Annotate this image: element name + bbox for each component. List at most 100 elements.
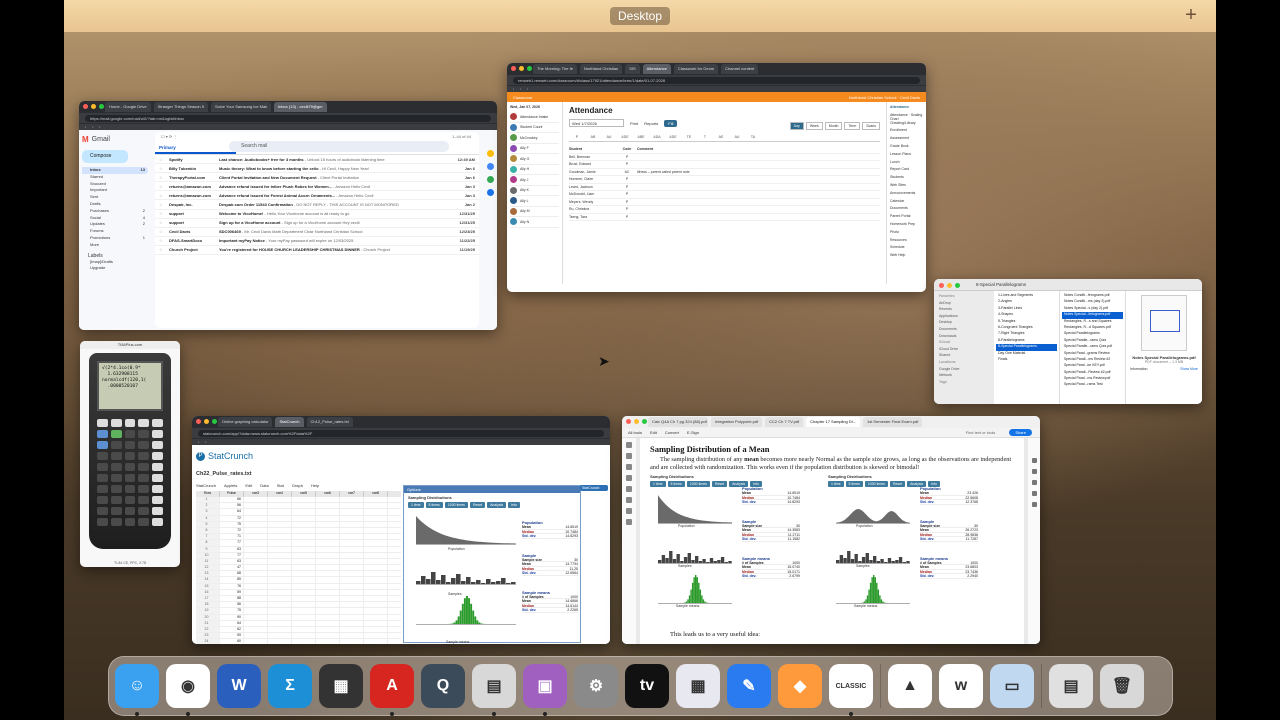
attendance-code[interactable]: AU (729, 135, 745, 139)
applet-button[interactable]: 5 times (845, 481, 863, 487)
attendance-code-cell[interactable]: AC (617, 170, 637, 174)
empty-cell[interactable] (340, 589, 364, 595)
sidebar-item-sent[interactable]: Sent (82, 194, 148, 201)
calculator-key[interactable] (152, 441, 163, 449)
browser-tab[interactable]: SIS (625, 64, 640, 74)
contacts-icon[interactable] (486, 189, 494, 196)
empty-cell[interactable] (340, 626, 364, 633)
stat-value[interactable]: 30 (796, 524, 800, 528)
empty-cell[interactable] (316, 577, 340, 583)
calculator-key[interactable] (152, 474, 163, 482)
calculator-key[interactable] (110, 463, 122, 471)
statcrunch-menu-button[interactable]: StatCrunch (580, 485, 608, 491)
sidebar-item[interactable]: Google Drive (939, 367, 989, 374)
empty-cell[interactable] (244, 540, 268, 546)
menu-item[interactable]: Homework Prep (890, 222, 923, 230)
empty-cell[interactable] (316, 552, 340, 558)
menu-item[interactable]: Documents (890, 206, 923, 214)
pulse-cell[interactable]: 64 (220, 620, 244, 626)
empty-cell[interactable] (244, 577, 268, 583)
table-row[interactable]: McDonald, Liam P (569, 191, 880, 199)
empty-cell[interactable] (316, 639, 340, 644)
browser-tab[interactable]: Northland Christian (579, 64, 623, 74)
star-icon[interactable]: ☆ (159, 247, 169, 252)
empty-cell[interactable] (268, 639, 292, 644)
empty-cell[interactable] (292, 540, 316, 546)
empty-cell[interactable] (340, 614, 364, 620)
empty-cell[interactable] (268, 515, 292, 521)
table-row[interactable]: Bell, Brennan P (569, 154, 880, 161)
calculator-key[interactable] (124, 485, 136, 493)
find-tools-input[interactable]: Find text or tools (966, 430, 996, 435)
empty-cell[interactable] (268, 534, 292, 540)
document-tab[interactable]: 1st Semester Final Exam.pdf (862, 417, 923, 427)
pulse-cell[interactable]: 72 (220, 527, 244, 534)
sidebar-item-inbox[interactable]: Inbox 13 (82, 167, 148, 174)
empty-cell[interactable] (364, 639, 388, 644)
empty-cell[interactable] (364, 602, 388, 608)
empty-cell[interactable] (316, 614, 340, 620)
calculator-key[interactable] (97, 485, 108, 493)
sidebar-item[interactable]: Recents (939, 307, 989, 314)
view-term-button[interactable]: Term (844, 122, 861, 130)
empty-cell[interactable] (268, 589, 292, 595)
student-card[interactable]: Student Count (510, 123, 559, 133)
apple-tv-icon[interactable]: tv (625, 664, 669, 708)
empty-cell[interactable] (364, 509, 388, 515)
comment-icon[interactable] (1031, 458, 1037, 463)
word-icon[interactable]: W (217, 664, 261, 708)
calculator-key[interactable] (110, 485, 122, 493)
sidebar-item-social[interactable]: Social 4 (82, 215, 148, 222)
empty-cell[interactable] (340, 565, 364, 571)
empty-cell[interactable] (316, 565, 340, 571)
menu-item[interactable]: Students (890, 175, 923, 183)
label-item[interactable]: [Imap]/Drafts (82, 259, 148, 266)
stat-value[interactable]: 30 (974, 524, 978, 528)
sidebar-item-promotions[interactable]: Promotions 1 (82, 235, 148, 242)
empty-cell[interactable] (364, 577, 388, 583)
menu-item[interactable]: Parent Portal (890, 214, 923, 222)
empty-cell[interactable] (340, 521, 364, 527)
attendance-code[interactable]: AE (713, 135, 729, 139)
empty-cell[interactable] (268, 614, 292, 620)
calculator-key[interactable] (138, 463, 150, 471)
empty-cell[interactable] (364, 620, 388, 626)
menu-item[interactable]: Cheating/Library (890, 121, 923, 129)
share-button[interactable]: Share (1009, 429, 1032, 436)
minimize-icon[interactable] (204, 419, 209, 424)
applet-button[interactable]: 1000 times (444, 502, 468, 508)
star-icon[interactable]: ☆ (159, 238, 169, 243)
empty-cell[interactable] (244, 497, 268, 503)
pulse-cell[interactable]: 85 (220, 577, 244, 583)
pulse-cell[interactable]: 60 (220, 639, 244, 644)
applet-button[interactable]: 5 times (425, 502, 443, 508)
empty-cell[interactable] (292, 509, 316, 515)
empty-cell[interactable] (244, 534, 268, 540)
text-tool-icon[interactable] (626, 486, 632, 492)
empty-cell[interactable] (316, 546, 340, 552)
empty-cell[interactable] (292, 639, 316, 644)
browser-tab[interactable]: Home - Google Drive (105, 102, 151, 112)
document-tab[interactable]: Integration Polypoint.pdf (711, 417, 763, 427)
star-icon[interactable]: ☆ (159, 175, 169, 180)
empty-cell[interactable] (364, 633, 388, 639)
url-field[interactable]: renweb1.renweb.com/classroom/#/class/179… (513, 76, 920, 84)
empty-cell[interactable] (244, 614, 268, 620)
empty-cell[interactable] (268, 620, 292, 626)
pulse-cell[interactable]: 77 (220, 552, 244, 558)
empty-cell[interactable] (292, 633, 316, 639)
student-card[interactable]: Ally G (510, 154, 559, 165)
empty-cell[interactable] (316, 589, 340, 595)
search-mail-input[interactable]: Search mail (229, 141, 449, 152)
star-icon[interactable]: ☆ (159, 220, 169, 225)
empty-cell[interactable] (340, 515, 364, 521)
color-tool-icon[interactable] (626, 519, 632, 525)
empty-cell[interactable] (244, 558, 268, 565)
sampling-applet[interactable]: Options Sampling Distributions 1 time 5 t… (403, 485, 581, 644)
empty-cell[interactable] (340, 602, 364, 608)
sidebar-item-forums[interactable]: Forums (82, 228, 148, 235)
sum-icon[interactable]: Σ (268, 664, 312, 708)
minimize-icon[interactable] (91, 104, 96, 109)
add-space-button[interactable]: + (1181, 5, 1201, 25)
applet-button[interactable]: Analysis (487, 502, 507, 508)
